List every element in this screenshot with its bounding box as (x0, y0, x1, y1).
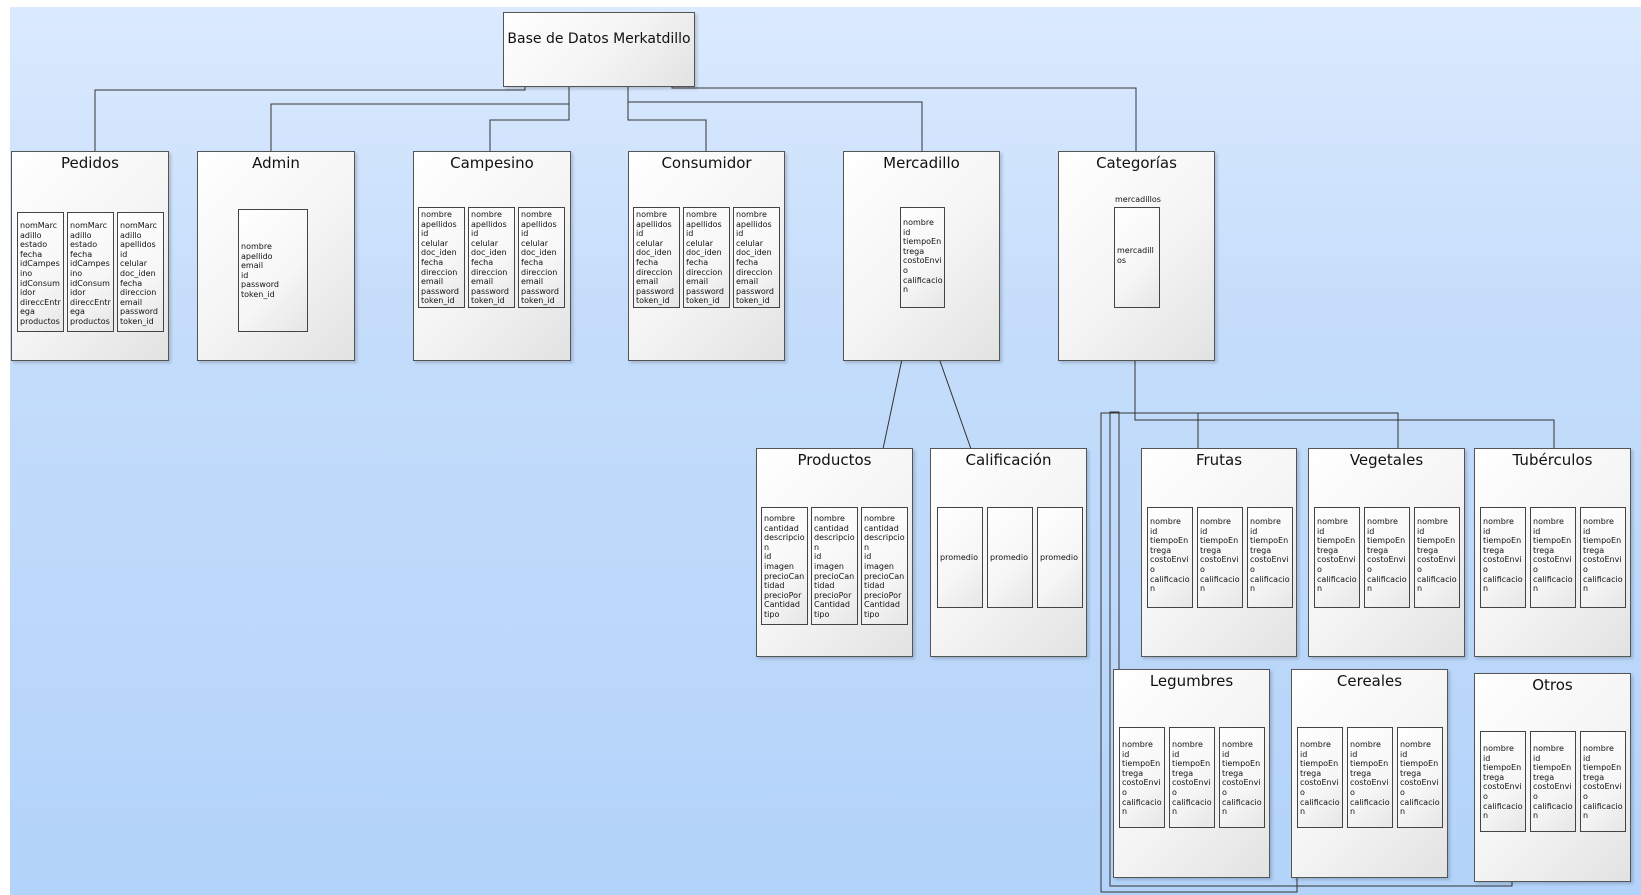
campesino-title: Campesino (450, 154, 534, 172)
tuberculos-field: nombre id tiempoEn trega costoEnvi o cal… (1580, 507, 1626, 608)
campesino-box[interactable]: Campesino nombre apellidos id celular do… (413, 151, 571, 361)
connector-root-consumidor (627, 86, 707, 151)
cereales-title: Cereales (1336, 672, 1403, 690)
productos-field: nombre cantidad descripcio n id imagen p… (761, 507, 808, 625)
categorias-box[interactable]: Categorías mercadillos mercadill os (1058, 151, 1215, 361)
calificacion-field: promedio (987, 507, 1033, 608)
connector-root-campesino (489, 104, 570, 151)
pedidos-field: nomMarc adillo apellidos id celular doc_… (117, 212, 164, 332)
mercadillo-field: nombre id tiempoEn trega costoEnvi o cal… (900, 207, 945, 308)
cereales-field: nombre id tiempoEn trega costoEnvi o cal… (1297, 727, 1343, 828)
frutas-field: nombre id tiempoEn trega costoEnvi o cal… (1197, 507, 1243, 608)
tuberculos-box[interactable]: Tubérculos nombre id tiempoEn trega cost… (1474, 448, 1631, 657)
mercadillo-title: Mercadillo (883, 154, 960, 172)
productos-title: Productos (797, 451, 872, 469)
consumidor-field: nombre apellidos id celular doc_iden fec… (683, 207, 730, 308)
connector-root-pedidos (94, 86, 526, 151)
calificacion-box[interactable]: Calificación promedio promedio promedio (930, 448, 1087, 657)
tuberculos-title: Tubérculos (1512, 451, 1593, 469)
root-entity-box[interactable]: Base de Datos Merkatdillo (503, 12, 695, 87)
connector-to-vegetales (1135, 412, 1399, 449)
calificacion-field: promedio (937, 507, 983, 608)
cereales-field: nombre id tiempoEn trega costoEnvi o cal… (1397, 727, 1443, 828)
admin-box[interactable]: Admin nombre apellido email id password … (197, 151, 355, 361)
connector-to-frutas (1135, 412, 1199, 449)
connector-root-admin (270, 86, 570, 151)
legumbres-field: nombre id tiempoEn trega costoEnvi o cal… (1119, 727, 1165, 828)
campesino-field: nombre apellidos id celular doc_iden fec… (468, 207, 515, 308)
calificacion-title: Calificación (965, 451, 1052, 469)
consumidor-field: nombre apellidos id celular doc_iden fec… (633, 207, 680, 308)
vegetales-field: nombre id tiempoEn trega costoEnvi o cal… (1314, 507, 1360, 608)
otros-box[interactable]: Otros nombre id tiempoEn trega costoEnvi… (1474, 673, 1631, 882)
frutas-title: Frutas (1195, 451, 1243, 469)
connector-root-categorias (671, 86, 1137, 151)
otros-field: nombre id tiempoEn trega costoEnvi o cal… (1480, 731, 1526, 832)
admin-field: nombre apellido email id password token_… (238, 209, 308, 332)
admin-title: Admin (252, 154, 300, 172)
connector-root-mercadillo (627, 86, 923, 151)
consumidor-title: Consumidor (661, 154, 752, 172)
cereales-field: nombre id tiempoEn trega costoEnvi o cal… (1347, 727, 1393, 828)
productos-field: nombre cantidad descripcio n id imagen p… (861, 507, 908, 625)
frutas-box[interactable]: Frutas nombre id tiempoEn trega costoEnv… (1141, 448, 1297, 657)
mercadillo-box[interactable]: Mercadillo nombre id tiempoEn trega cost… (843, 151, 1000, 361)
tuberculos-field: nombre id tiempoEn trega costoEnvi o cal… (1480, 507, 1526, 608)
legumbres-box[interactable]: Legumbres nombre id tiempoEn trega costo… (1113, 669, 1270, 878)
legumbres-field: nombre id tiempoEn trega costoEnvi o cal… (1169, 727, 1215, 828)
productos-box[interactable]: Productos nombre cantidad descripcio n i… (756, 448, 913, 657)
frutas-field: nombre id tiempoEn trega costoEnvi o cal… (1147, 507, 1193, 608)
pedidos-field: nomMarc adillo estado fecha idCampes ino… (17, 212, 64, 332)
vegetales-box[interactable]: Vegetales nombre id tiempoEn trega costo… (1308, 448, 1465, 657)
productos-field: nombre cantidad descripcio n id imagen p… (811, 507, 858, 625)
vegetales-field: nombre id tiempoEn trega costoEnvi o cal… (1414, 507, 1460, 608)
legumbres-title: Legumbres (1149, 672, 1234, 690)
pedidos-box[interactable]: Pedidos nomMarc adillo estado fecha idCa… (11, 151, 169, 361)
consumidor-field: nombre apellidos id celular doc_iden fec… (733, 207, 780, 308)
campesino-field: nombre apellidos id celular doc_iden fec… (518, 207, 565, 308)
otros-title: Otros (1532, 676, 1573, 694)
otros-field: nombre id tiempoEn trega costoEnvi o cal… (1580, 731, 1626, 832)
consumidor-box[interactable]: Consumidor nombre apellidos id celular d… (628, 151, 785, 361)
vegetales-title: Vegetales (1349, 451, 1424, 469)
vegetales-field: nombre id tiempoEn trega costoEnvi o cal… (1364, 507, 1410, 608)
pedidos-field: nomMarc adillo estado fecha idCampes ino… (67, 212, 114, 332)
cereales-box[interactable]: Cereales nombre id tiempoEn trega costoE… (1291, 669, 1448, 878)
otros-field: nombre id tiempoEn trega costoEnvi o cal… (1530, 731, 1576, 832)
campesino-field: nombre apellidos id celular doc_iden fec… (418, 207, 465, 308)
legumbres-field: nombre id tiempoEn trega costoEnvi o cal… (1219, 727, 1265, 828)
pedidos-title: Pedidos (61, 154, 119, 172)
tuberculos-field: nombre id tiempoEn trega costoEnvi o cal… (1530, 507, 1576, 608)
connector-to-legumbres (1118, 412, 1135, 670)
categorias-caption: mercadillos (1115, 195, 1161, 204)
root-title: Base de Datos Merkatdillo (507, 31, 691, 47)
frutas-field: nombre id tiempoEn trega costoEnvi o cal… (1247, 507, 1293, 608)
categorias-field: mercadill os (1114, 207, 1160, 308)
calificacion-field: promedio (1037, 507, 1083, 608)
categorias-title: Categorías (1096, 154, 1177, 172)
